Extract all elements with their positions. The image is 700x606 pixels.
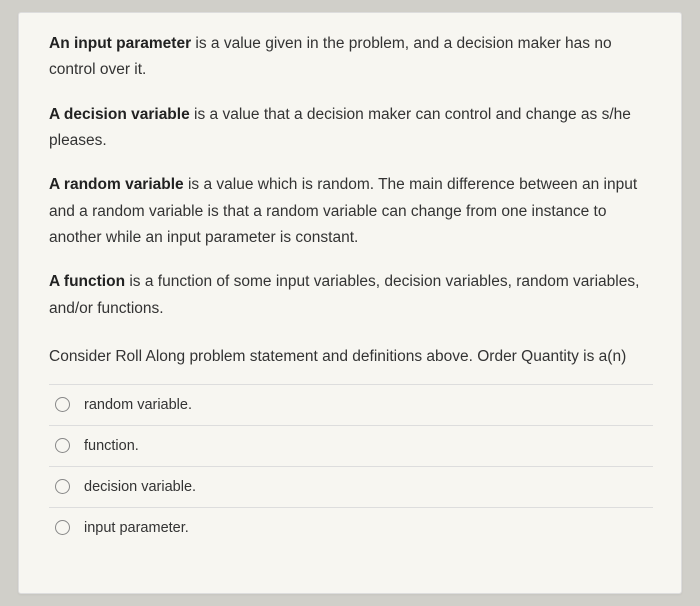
definition-input-parameter: An input parameter is a value given in t…: [49, 31, 653, 84]
question-card: An input parameter is a value given in t…: [18, 12, 682, 594]
question-text: Consider Roll Along problem statement an…: [49, 344, 653, 370]
option-input-parameter[interactable]: input parameter.: [49, 507, 653, 548]
term: A function: [49, 273, 125, 290]
option-label: function.: [84, 438, 139, 454]
definition-random-variable: A random variable is a value which is ra…: [49, 172, 653, 251]
radio-icon: [55, 397, 70, 412]
options-list: random variable. function. decision vari…: [49, 384, 653, 548]
option-function[interactable]: function.: [49, 425, 653, 466]
option-random-variable[interactable]: random variable.: [49, 384, 653, 425]
radio-icon: [55, 520, 70, 535]
radio-icon: [55, 479, 70, 494]
term: A decision variable: [49, 106, 190, 123]
term: A random variable: [49, 176, 184, 193]
definition-decision-variable: A decision variable is a value that a de…: [49, 102, 653, 155]
definition-text: is a function of some input variables, d…: [49, 273, 639, 316]
question-section: Consider Roll Along problem statement an…: [49, 344, 653, 370]
radio-icon: [55, 438, 70, 453]
option-label: random variable.: [84, 397, 192, 413]
option-label: decision variable.: [84, 479, 196, 495]
term: An input parameter: [49, 35, 191, 52]
option-label: input parameter.: [84, 520, 189, 536]
option-decision-variable[interactable]: decision variable.: [49, 466, 653, 507]
definition-function: A function is a function of some input v…: [49, 269, 653, 322]
